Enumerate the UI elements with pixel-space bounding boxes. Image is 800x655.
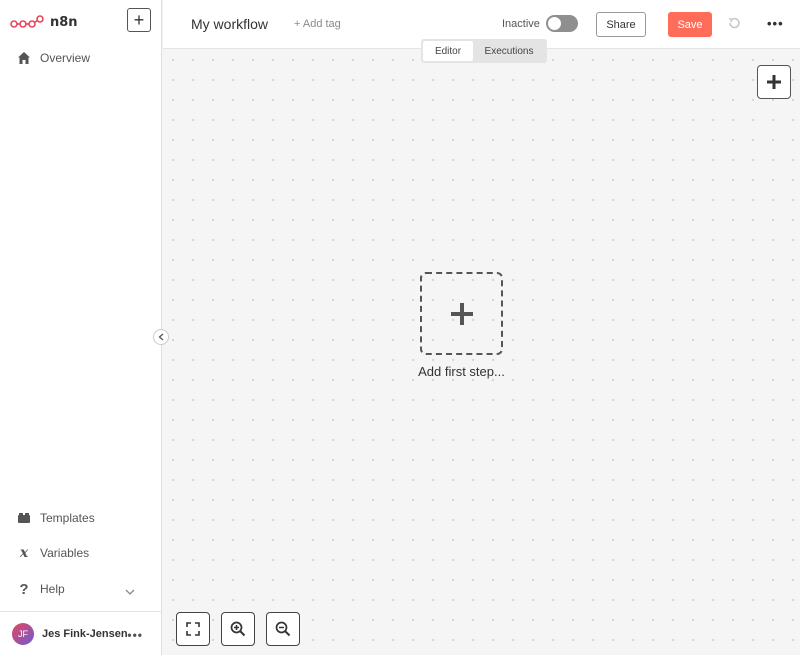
box-icon xyxy=(16,510,32,526)
sidebar-item-variables[interactable]: x Variables xyxy=(0,540,161,566)
chevron-left-icon xyxy=(158,333,164,341)
sidebar-item-overview[interactable]: Overview xyxy=(0,45,161,71)
user-name: Jes Fink-Jensen xyxy=(42,627,128,640)
plus-icon xyxy=(767,75,781,89)
zoom-in-button[interactable] xyxy=(221,612,255,646)
plus-icon: + xyxy=(133,10,145,30)
add-tag-button[interactable]: + Add tag xyxy=(294,18,341,30)
activate-toggle[interactable] xyxy=(546,15,578,32)
avatar: JF xyxy=(12,622,34,645)
chevron-down-icon xyxy=(125,584,135,598)
history-icon[interactable] xyxy=(727,16,741,30)
fit-view-icon xyxy=(186,622,200,636)
sidebar-item-templates[interactable]: Templates xyxy=(0,505,161,531)
more-options-icon[interactable]: ••• xyxy=(127,628,143,642)
sidebar-item-label: Variables xyxy=(40,546,90,560)
zoom-out-icon xyxy=(275,621,291,637)
sidebar-item-label: Templates xyxy=(40,511,95,525)
activation-status-label: Inactive xyxy=(502,18,540,30)
toggle-knob xyxy=(548,17,561,30)
tab-executions[interactable]: Executions xyxy=(473,41,545,61)
add-first-step-button[interactable] xyxy=(420,272,503,355)
sidebar-item-label: Overview xyxy=(40,51,91,65)
sidebar-item-help[interactable]: ? Help xyxy=(0,576,161,602)
app-name: n8n xyxy=(50,14,78,30)
workflow-name[interactable]: My workflow xyxy=(191,16,268,32)
add-first-step-label: Add first step... xyxy=(418,364,505,379)
n8n-logo[interactable]: n8n xyxy=(10,10,78,34)
plus-icon xyxy=(450,302,473,325)
variable-icon: x xyxy=(19,545,29,561)
sidebar-item-label: Help xyxy=(40,582,65,596)
zoom-out-button[interactable] xyxy=(266,612,300,646)
sidebar: n8n + Overview Templates x Variables ? H… xyxy=(0,0,162,655)
collapse-sidebar-button[interactable] xyxy=(153,329,169,345)
open-nodes-panel-button[interactable] xyxy=(757,65,791,99)
tab-editor[interactable]: Editor xyxy=(423,41,473,61)
question-icon: ? xyxy=(19,580,29,598)
zoom-in-icon xyxy=(230,621,246,637)
workflow-menu-icon[interactable]: ••• xyxy=(767,16,784,31)
share-button[interactable]: Share xyxy=(596,12,646,37)
new-resource-button[interactable]: + xyxy=(127,8,151,32)
user-menu[interactable]: JF Jes Fink-Jensen ••• xyxy=(0,611,161,655)
home-icon xyxy=(16,50,32,66)
save-button[interactable]: Save xyxy=(668,12,712,37)
n8n-logo-icon xyxy=(10,15,44,28)
view-tabs: Editor Executions xyxy=(421,39,547,63)
zoom-to-fit-button[interactable] xyxy=(176,612,210,646)
